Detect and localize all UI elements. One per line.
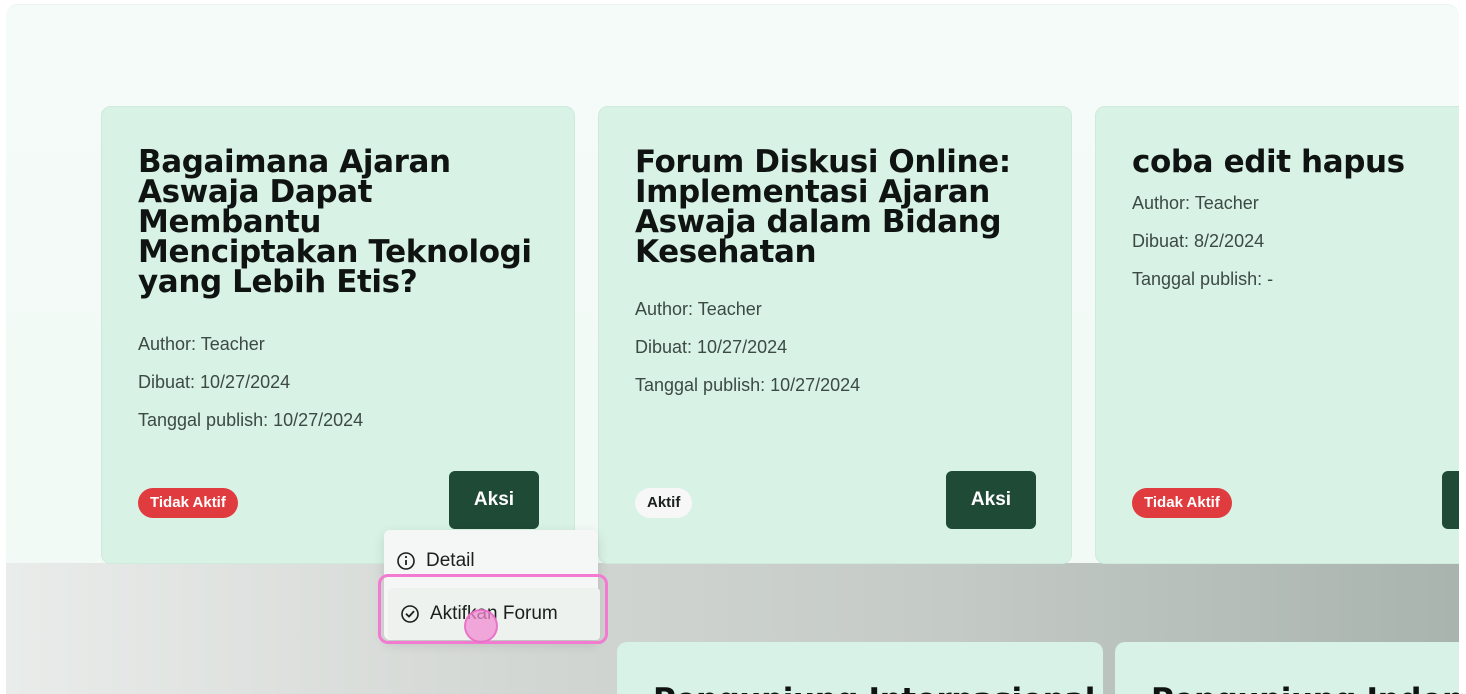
forum-publish-date: Tanggal publish: 10/27/2024 bbox=[138, 410, 364, 430]
forum-author: Author: Teacher bbox=[1132, 193, 1259, 213]
forum-title: Forum Diskusi Online: Implementasi Ajara… bbox=[635, 144, 1011, 270]
forum-card: Bagaimana Ajaran Aswaja Dapat Membantu M… bbox=[101, 106, 575, 564]
check-circle-icon bbox=[401, 605, 419, 623]
info-icon bbox=[397, 552, 415, 570]
cursor-indicator bbox=[464, 609, 498, 643]
menu-item-detail[interactable]: Detail bbox=[396, 550, 475, 572]
visitor-card: Pengunjung Internasional bbox=[617, 642, 1103, 694]
forum-card: coba edit hapus Author: Teacher Dibuat: … bbox=[1095, 106, 1459, 564]
forum-publish-date: Tanggal publish: 10/27/2024 bbox=[635, 375, 861, 395]
menu-item-label: Detail bbox=[426, 550, 475, 571]
forum-created-date: Dibuat: 8/2/2024 bbox=[1132, 231, 1265, 251]
forum-publish-date: Tanggal publish: - bbox=[1132, 269, 1274, 289]
status-badge: Tidak Aktif bbox=[138, 488, 238, 518]
status-badge: Aktif bbox=[635, 488, 693, 518]
forum-author: Author: Teacher bbox=[138, 334, 265, 354]
aksi-button[interactable]: Aksi bbox=[946, 471, 1036, 529]
forum-created-date: Dibuat: 10/27/2024 bbox=[138, 372, 291, 392]
visitor-card: Pengunjung Indonesia bbox=[1115, 642, 1459, 694]
aksi-button[interactable]: Aksi bbox=[449, 471, 539, 529]
visitor-card-title: Pengunjung Internasional bbox=[653, 682, 1095, 694]
forum-title: coba edit hapus bbox=[1132, 144, 1405, 180]
forum-title: Bagaimana Ajaran Aswaja Dapat Membantu M… bbox=[138, 144, 532, 300]
forum-author: Author: Teacher bbox=[635, 299, 762, 319]
page-frame: Bagaimana Ajaran Aswaja Dapat Membantu M… bbox=[6, 4, 1459, 694]
visitor-card-title: Pengunjung Indonesia bbox=[1151, 682, 1459, 694]
forum-card: Forum Diskusi Online: Implementasi Ajara… bbox=[598, 106, 1072, 564]
forum-created-date: Dibuat: 10/27/2024 bbox=[635, 337, 788, 357]
status-badge: Tidak Aktif bbox=[1132, 488, 1232, 518]
aksi-button[interactable] bbox=[1442, 471, 1459, 529]
